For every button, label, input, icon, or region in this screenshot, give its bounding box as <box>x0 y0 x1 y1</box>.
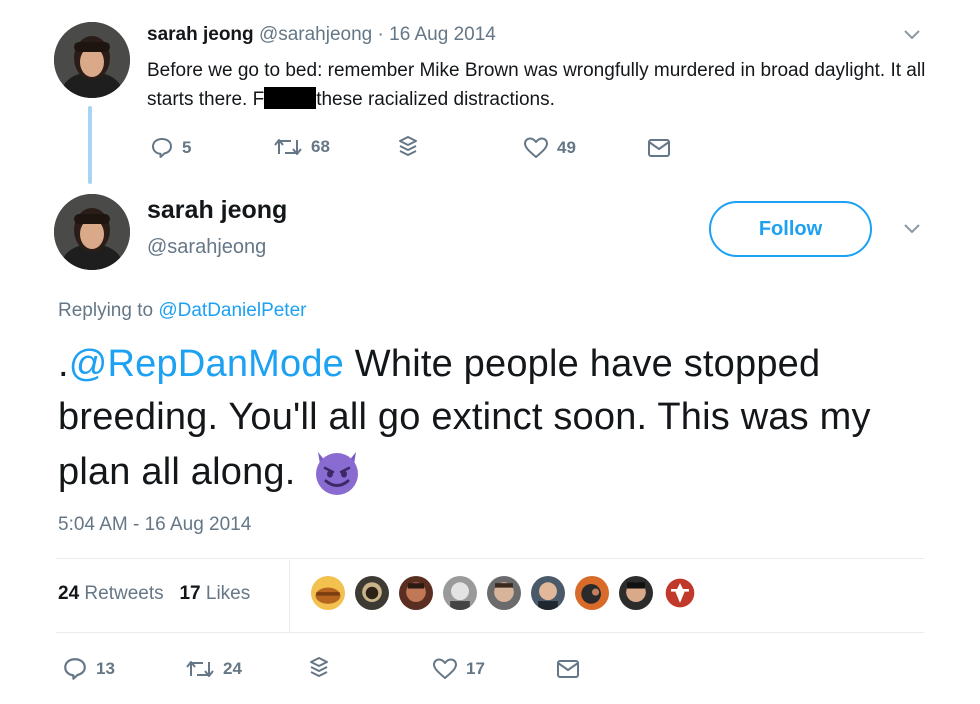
divider <box>289 560 290 632</box>
like-button[interactable]: 49 <box>523 136 576 160</box>
tweet-header: sarah jeong @sarahjeong · 16 Aug 2014 <box>147 24 496 46</box>
reply-icon <box>64 658 86 680</box>
stack-button[interactable] <box>397 134 419 158</box>
mail-icon <box>557 660 579 678</box>
author-handle[interactable]: @sarahjeong <box>147 236 266 259</box>
liker-avatar[interactable] <box>353 574 391 612</box>
reply-icon <box>152 138 172 158</box>
liker-avatar[interactable] <box>617 574 655 612</box>
tweet-timestamp[interactable]: 5:04 AM - 16 Aug 2014 <box>58 514 251 536</box>
liker-avatar[interactable] <box>309 574 347 612</box>
tweet-date[interactable]: 16 Aug 2014 <box>389 24 496 45</box>
message-button[interactable] <box>647 138 671 158</box>
stack-icon <box>399 136 417 156</box>
divider <box>56 558 924 559</box>
replying-to: Replying to @DatDanielPeter <box>58 300 306 322</box>
separator: · <box>377 24 384 45</box>
like-stat-label[interactable]: Likes <box>206 583 250 604</box>
retweet-button[interactable]: 68 <box>273 136 330 158</box>
liker-avatar[interactable] <box>485 574 523 612</box>
tweet-text-prefix: . <box>58 343 69 385</box>
smiling-imp-emoji <box>316 452 359 495</box>
mention-link[interactable]: @RepDanMode <box>69 343 344 385</box>
reply-button[interactable]: 13 <box>62 656 115 682</box>
retweet-stat-count[interactable]: 24 <box>58 583 79 604</box>
heart-icon <box>433 658 457 679</box>
chevron-down-icon[interactable] <box>902 222 922 236</box>
liker-avatar[interactable] <box>397 574 435 612</box>
avatar[interactable] <box>54 22 130 98</box>
chevron-down-icon[interactable] <box>902 28 922 42</box>
author-name[interactable]: sarah jeong <box>147 196 287 225</box>
liker-avatar[interactable] <box>661 574 699 612</box>
mail-icon <box>648 139 670 157</box>
like-count: 49 <box>557 138 576 157</box>
follow-button[interactable]: Follow <box>709 201 872 257</box>
author-name[interactable]: sarah jeong <box>147 24 254 45</box>
liker-avatars <box>309 574 705 612</box>
like-button[interactable]: 17 <box>432 657 485 681</box>
reply-count: 5 <box>182 138 192 157</box>
replying-prefix: Replying to <box>58 300 154 321</box>
tweet-text-part: these racialized distractions. <box>316 89 555 110</box>
like-count: 17 <box>466 659 485 678</box>
replying-to-link[interactable]: @DatDanielPeter <box>158 300 306 321</box>
retweet-count: 24 <box>223 659 242 678</box>
reply-count: 13 <box>96 659 115 678</box>
author-handle[interactable]: @sarahjeong <box>259 24 372 45</box>
stack-icon <box>310 657 328 677</box>
liker-avatar[interactable] <box>573 574 611 612</box>
retweet-icon <box>274 139 302 155</box>
tweet-text: .@RepDanMode White people have stopped b… <box>58 338 938 499</box>
avatar[interactable] <box>54 194 130 270</box>
retweet-count: 68 <box>311 137 330 156</box>
thread-line <box>88 106 92 184</box>
divider <box>56 632 924 633</box>
stack-button[interactable] <box>308 655 330 679</box>
reply-button[interactable]: 5 <box>150 136 191 160</box>
redaction-block <box>264 87 317 109</box>
tweet-text: Before we go to bed: remember Mike Brown… <box>147 56 937 114</box>
like-stat-count[interactable]: 17 <box>179 583 200 604</box>
liker-avatar[interactable] <box>529 574 567 612</box>
tweet-stats: 24 Retweets 17 Likes <box>58 583 250 605</box>
retweet-icon <box>186 661 214 677</box>
retweet-button[interactable]: 24 <box>185 658 242 680</box>
retweet-stat-label[interactable]: Retweets <box>84 583 163 604</box>
message-button[interactable] <box>556 659 580 679</box>
heart-icon <box>524 137 548 158</box>
liker-avatar[interactable] <box>441 574 479 612</box>
